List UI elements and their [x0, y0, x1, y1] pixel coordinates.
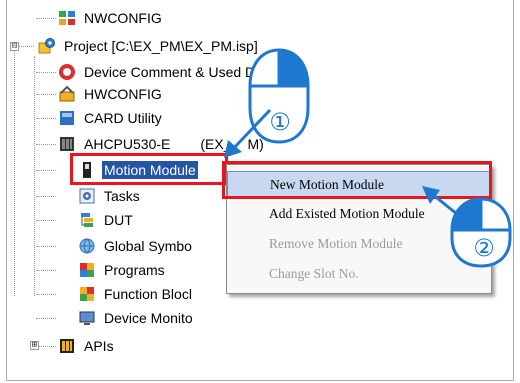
- tree-item-label: Programs: [104, 262, 165, 278]
- function-block-icon: [80, 287, 94, 301]
- expand-expander-icon[interactable]: ⊞: [30, 341, 39, 350]
- tasks-icon: [79, 188, 95, 204]
- tree-connector: [36, 346, 56, 347]
- tree-item-label: NWCONFIG: [84, 10, 162, 26]
- callout-number-2: ②: [473, 234, 495, 262]
- tree-item-label: Tasks: [104, 188, 140, 204]
- tree-connector: [36, 170, 56, 171]
- tree-item-label: DUT: [104, 212, 133, 228]
- tree-connector: [36, 318, 56, 319]
- tree-item-programs[interactable]: Programs: [78, 260, 167, 280]
- tree-item-label: APIs: [84, 338, 114, 354]
- nwconfig-icon: [59, 11, 75, 25]
- tree-item-card-utility[interactable]: CARD Utility: [58, 108, 164, 128]
- tree-connector: [36, 72, 56, 73]
- device-comment-icon: [59, 64, 75, 80]
- device-monitor-icon: [79, 311, 95, 325]
- tree-connector: [14, 46, 15, 296]
- dut-icon: [81, 213, 93, 227]
- motion-module-highlight: [70, 153, 228, 185]
- tree-connector: [36, 270, 56, 271]
- apis-icon: [60, 339, 74, 353]
- tree-item-label: AHCPU530-E: [84, 136, 171, 152]
- tree-item-label: HWCONFIG: [84, 86, 162, 102]
- tree-item-label: Function Blocl: [104, 286, 192, 302]
- tree-item-hwconfig[interactable]: HWCONFIG: [58, 84, 164, 104]
- collapse-expander-icon[interactable]: ⊟: [10, 42, 19, 51]
- tree-item-device-monitor[interactable]: Device Monito: [78, 308, 195, 328]
- tree-item-label: Global Symbo: [104, 238, 192, 254]
- tree-connector: [34, 56, 35, 296]
- global-symbol-icon: [79, 238, 95, 254]
- tree-item-label: CARD Utility: [84, 110, 162, 126]
- tree-connector: [36, 196, 56, 197]
- tree-item-dut[interactable]: DUT: [78, 210, 135, 230]
- tree-connector: [36, 94, 56, 95]
- tree-item-label: Device Monito: [104, 310, 193, 326]
- tree-item-project[interactable]: Project [C:\EX_PM\EX_PM.isp]: [38, 36, 260, 56]
- card-utility-icon: [60, 111, 74, 125]
- tree-connector: [36, 220, 56, 221]
- programs-icon: [80, 263, 94, 277]
- tree-connector: [36, 18, 56, 19]
- arrow-to-motion-module-icon: [224, 108, 272, 158]
- tree-connector: [36, 294, 56, 295]
- tree-connector: [36, 118, 56, 119]
- project-gear-icon: [38, 38, 55, 54]
- tree-item-apis[interactable]: APIs: [58, 336, 116, 356]
- cpu-module-icon: [60, 137, 74, 151]
- tree-item-label: Project [C:\EX_PM\EX_PM.isp]: [64, 38, 258, 54]
- tree-item-global-symbol[interactable]: Global Symbo: [78, 236, 194, 256]
- tree-item-tasks[interactable]: Tasks: [78, 186, 142, 206]
- tree-connector: [36, 246, 56, 247]
- tree-connector: [36, 144, 56, 145]
- tree-item-nwconfig[interactable]: NWCONFIG: [58, 8, 164, 28]
- hwconfig-icon: [59, 85, 75, 102]
- arrow-to-new-motion-module-icon: [422, 186, 463, 220]
- tree-item-function-block[interactable]: Function Blocl: [78, 284, 194, 304]
